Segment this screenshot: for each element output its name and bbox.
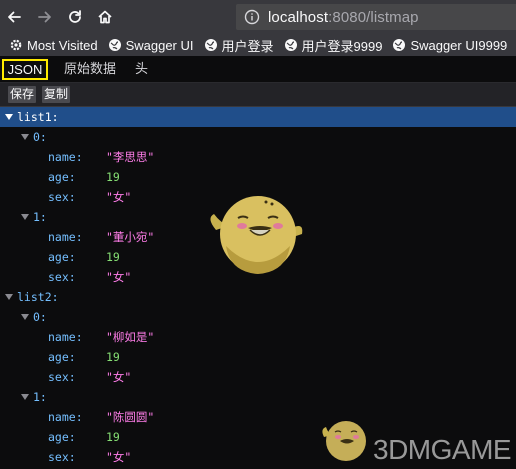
tree-row-name[interactable]: name: "柳如是": [0, 327, 516, 347]
json-key: name:: [48, 410, 83, 424]
json-key: age:: [48, 170, 76, 184]
globe-icon: [284, 38, 298, 52]
tree-row-list2[interactable]: list2:: [0, 287, 516, 307]
globe-icon: [108, 38, 122, 52]
json-string-value: "女": [106, 190, 132, 204]
tree-row-name[interactable]: name: "陈圆圆": [0, 407, 516, 427]
tree-row-index[interactable]: 0:: [0, 127, 516, 147]
url-bar[interactable]: localhost:8080/listmap: [236, 4, 516, 30]
back-arrow-icon[interactable]: [3, 6, 25, 28]
watermark-text: 3DMGAME: [373, 434, 512, 465]
tree-row-index[interactable]: 1:: [0, 387, 516, 407]
json-string-value: "女": [106, 370, 132, 384]
json-key: 1:: [33, 210, 47, 224]
globe-icon: [204, 38, 218, 52]
json-number-value: 19: [106, 250, 120, 264]
tree-row-list1[interactable]: list1:: [0, 107, 516, 127]
json-key: sex:: [48, 190, 76, 204]
json-number-value: 19: [106, 170, 120, 184]
bookmark-label: Swagger UI9999: [410, 37, 508, 53]
json-string-value: "女": [106, 270, 132, 284]
expand-toggle-icon[interactable]: [21, 314, 29, 320]
json-key: name:: [48, 330, 83, 344]
bookmarks-bar: Most Visited Swagger UI 用户登录 用户登录9999 Sw…: [0, 34, 516, 56]
json-key: sex:: [48, 270, 76, 284]
url-path: :8080/listmap: [328, 8, 419, 26]
bookmark-swagger-ui-9999[interactable]: Swagger UI9999: [392, 38, 507, 53]
json-key: age:: [48, 430, 76, 444]
browser-toolbar: localhost:8080/listmap: [0, 0, 516, 35]
expand-toggle-icon[interactable]: [21, 214, 29, 220]
reload-icon[interactable]: [64, 6, 86, 28]
bookmark-user-login-9999[interactable]: 用户登录9999: [284, 36, 383, 55]
tab-raw-data[interactable]: 原始数据: [64, 59, 116, 78]
json-key: name:: [48, 230, 83, 244]
tab-headers[interactable]: 头: [135, 59, 148, 78]
bookmark-label: Swagger UI: [125, 37, 194, 53]
json-number-value: 19: [106, 430, 120, 444]
tab-json[interactable]: JSON: [2, 59, 48, 80]
tree-row-age[interactable]: age: 19: [0, 347, 516, 367]
bookmark-label: 用户登录9999: [301, 38, 383, 54]
globe-icon: [392, 38, 406, 52]
json-key: sex:: [48, 370, 76, 384]
json-tree: list1: 0: name: "李思思" age: 19 sex: "女" 1…: [0, 107, 516, 469]
json-key: list2:: [17, 290, 59, 304]
tree-row-sex[interactable]: sex: "女": [0, 187, 516, 207]
gear-icon: [9, 38, 23, 52]
tree-row-sex[interactable]: sex: "女": [0, 367, 516, 387]
json-string-value: "董小宛": [106, 230, 155, 244]
expand-toggle-icon[interactable]: [21, 134, 29, 140]
json-key: list1:: [17, 110, 59, 124]
json-string-value: "陈圆圆": [106, 410, 155, 424]
url-host: localhost: [268, 8, 329, 26]
copy-button[interactable]: 复制: [42, 86, 71, 103]
tree-row-age[interactable]: age: 19: [0, 167, 516, 187]
bookmark-label: Most Visited: [27, 37, 98, 53]
expand-toggle-icon[interactable]: [21, 394, 29, 400]
tree-row-age[interactable]: age: 19: [0, 247, 516, 267]
json-viewer-tabs: JSON 原始数据 头: [0, 57, 516, 83]
json-key: age:: [48, 250, 76, 264]
json-string-value: "柳如是": [106, 330, 155, 344]
expand-toggle-icon[interactable]: [5, 294, 13, 300]
json-key: 0:: [33, 310, 47, 324]
tree-row-index[interactable]: 0:: [0, 307, 516, 327]
json-key: name:: [48, 150, 83, 164]
json-key: 0:: [33, 130, 47, 144]
save-button[interactable]: 保存: [8, 86, 37, 103]
url-text[interactable]: localhost:8080/listmap: [268, 9, 419, 26]
tree-row-index[interactable]: 1:: [0, 207, 516, 227]
json-key: sex:: [48, 450, 76, 464]
json-number-value: 19: [106, 350, 120, 364]
watermark-bird-logo: [322, 421, 366, 461]
tree-row-name[interactable]: name: "董小宛": [0, 227, 516, 247]
bookmark-label: 用户登录: [221, 38, 274, 54]
bookmark-swagger-ui[interactable]: Swagger UI: [108, 38, 194, 53]
json-toolbar: 保存 复制: [0, 83, 516, 107]
bookmark-most-visited[interactable]: Most Visited: [9, 38, 98, 53]
tree-row-name[interactable]: name: "李思思": [0, 147, 516, 167]
json-string-value: "女": [106, 450, 132, 464]
json-key: age:: [48, 350, 76, 364]
home-icon[interactable]: [94, 6, 116, 28]
expand-toggle-icon[interactable]: [5, 114, 13, 120]
json-string-value: "李思思": [106, 150, 155, 164]
info-icon[interactable]: [244, 9, 260, 25]
tree-row-sex[interactable]: sex: "女": [0, 267, 516, 287]
forward-arrow-icon[interactable]: [34, 6, 56, 28]
json-key: 1:: [33, 390, 47, 404]
bookmark-user-login[interactable]: 用户登录: [204, 36, 274, 55]
